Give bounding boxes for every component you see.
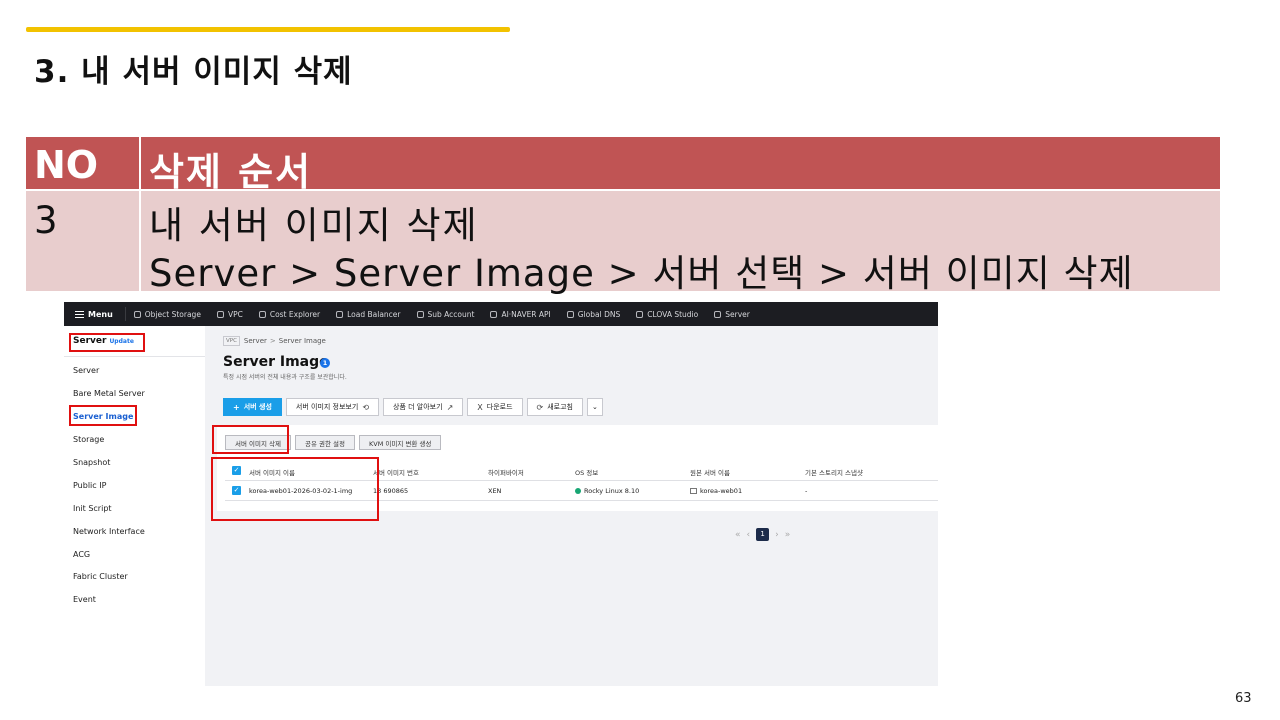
- sidebar-item-init-script[interactable]: Init Script: [73, 504, 112, 513]
- share-permission-button[interactable]: 공유 권한 설정: [295, 435, 356, 450]
- sidebar-item-event[interactable]: Event: [73, 595, 96, 604]
- header-no: NO: [34, 143, 99, 187]
- column-hypervisor[interactable]: 하이퍼바이저: [488, 467, 524, 477]
- prev-page-icon[interactable]: ‹: [747, 530, 751, 540]
- console-screenshot: Menu Object Storage VPC Cost Explorer Lo…: [64, 302, 938, 686]
- studio-icon: [636, 310, 644, 318]
- sidebar-item-bare-metal-server[interactable]: Bare Metal Server: [73, 389, 145, 398]
- sidebar-item-server[interactable]: Server: [73, 366, 99, 375]
- bucket-icon: [133, 310, 141, 318]
- main-toolbar: + 서버 생성 서버 이미지 정보보기 ⟲ 상품 더 알아보기 ↗ X 다운로드 ⟳ 새로…: [223, 398, 607, 416]
- pagination: « ‹ 1 › »: [732, 528, 793, 541]
- plus-icon: +: [233, 402, 240, 412]
- cell-hypervisor: XEN: [488, 487, 502, 495]
- balancer-icon: [336, 310, 344, 318]
- slide-title: 3. 내 서버 이미지 삭제: [34, 54, 353, 90]
- nav-item-server[interactable]: Server: [706, 310, 758, 319]
- image-count-badge: 1: [320, 358, 330, 368]
- breadcrumb-separator: >: [269, 337, 276, 345]
- header-order: 삭제 순서: [149, 150, 313, 194]
- nav-item-vpc[interactable]: VPC: [209, 310, 251, 319]
- create-server-button[interactable]: + 서버 생성: [223, 398, 282, 416]
- column-os-info[interactable]: OS 정보: [575, 467, 598, 477]
- users-icon: [416, 310, 424, 318]
- breadcrumb-server-image: Server Image: [278, 337, 326, 345]
- next-page-icon[interactable]: ›: [775, 530, 779, 540]
- refresh-button[interactable]: ⟳ 새로고침: [526, 398, 583, 416]
- nav-item-object-storage[interactable]: Object Storage: [126, 310, 209, 319]
- highlight-selected-row: [211, 457, 379, 521]
- highlight-server-image-menu: [69, 405, 137, 426]
- cost-icon: [258, 310, 266, 318]
- server-icon: [690, 488, 697, 494]
- highlight-delete-button: [212, 425, 289, 454]
- page-title: Server Image: [223, 354, 329, 370]
- nav-item-load-balancer[interactable]: Load Balancer: [328, 310, 408, 319]
- sidebar-item-snapshot[interactable]: Snapshot: [73, 458, 110, 467]
- excel-icon: X: [477, 402, 483, 412]
- column-image-number[interactable]: 서버 이미지 번호: [373, 467, 419, 477]
- kvm-convert-button[interactable]: KVM 이미지 변환 생성: [359, 435, 442, 450]
- sidebar-item-fabric-cluster[interactable]: Fabric Cluster: [73, 572, 128, 581]
- dns-icon: [566, 310, 574, 318]
- step-table: NO 삭제 순서 3 내 서버 이미지 삭제 Server > Server I…: [26, 137, 1220, 295]
- page-current[interactable]: 1: [756, 528, 770, 541]
- nav-item-global-dns[interactable]: Global DNS: [559, 310, 628, 319]
- sidebar-item-network-interface[interactable]: Network Interface: [73, 527, 145, 536]
- column-divider: [139, 137, 141, 291]
- page-description: 특정 시점 서버의 전체 내용과 구조를 보관합니다.: [223, 374, 347, 381]
- chevron-down-icon: ⌄: [591, 403, 598, 411]
- column-origin-server[interactable]: 원본 서버 이름: [690, 467, 730, 477]
- rocky-linux-icon: [575, 488, 581, 494]
- left-sidebar: Server Update Server Bare Metal Server Se…: [64, 326, 205, 686]
- menu-button[interactable]: Menu: [64, 307, 126, 321]
- title-accent-bar: [26, 27, 510, 32]
- nav-item-sub-account[interactable]: Sub Account: [409, 310, 483, 319]
- breadcrumb-server[interactable]: Server: [244, 337, 267, 345]
- api-icon: [490, 310, 498, 318]
- sidebar-item-public-ip[interactable]: Public IP: [73, 481, 106, 490]
- sidebar-divider: [64, 356, 205, 357]
- sidebar-item-acg[interactable]: ACG: [73, 550, 90, 559]
- cell-origin-server: korea-web01: [690, 487, 742, 495]
- refresh-small-icon: ⟲: [362, 402, 370, 412]
- column-storage-snapshot[interactable]: 기본 스토리지 스냅샷: [805, 467, 863, 477]
- nav-item-cost-explorer[interactable]: Cost Explorer: [251, 310, 328, 319]
- refresh-icon: ⟳: [536, 402, 544, 412]
- download-button[interactable]: X 다운로드: [467, 398, 523, 416]
- top-navigation: Menu Object Storage VPC Cost Explorer Lo…: [64, 302, 938, 326]
- learn-more-button[interactable]: 상품 더 알아보기 ↗: [383, 398, 464, 416]
- hamburger-icon: [75, 310, 84, 318]
- nav-item-clova-studio[interactable]: CLOVA Studio: [628, 310, 706, 319]
- external-link-icon: ↗: [446, 402, 454, 412]
- more-dropdown-button[interactable]: ⌄: [586, 398, 603, 416]
- row-step-title: 내 서버 이미지 삭제: [149, 204, 479, 247]
- last-page-icon[interactable]: »: [785, 530, 791, 540]
- cell-storage-snapshot: -: [805, 487, 808, 495]
- breadcrumb: VPC Server > Server Image: [223, 336, 326, 346]
- sidebar-item-storage[interactable]: Storage: [73, 435, 104, 444]
- first-page-icon[interactable]: «: [735, 530, 741, 540]
- row-number: 3: [34, 199, 58, 242]
- nav-item-ai-naver-api[interactable]: AI·NAVER API: [482, 310, 558, 319]
- highlight-sidebar-title: [69, 333, 145, 352]
- server-icon: [714, 310, 722, 318]
- vpc-badge: VPC: [223, 336, 240, 346]
- menu-label: Menu: [88, 309, 113, 319]
- network-icon: [216, 310, 224, 318]
- page-number: 63: [1235, 691, 1252, 706]
- cell-os-info: Rocky Linux 8.10: [575, 487, 639, 495]
- image-info-button[interactable]: 서버 이미지 정보보기 ⟲: [285, 398, 380, 416]
- row-step-path: Server > Server Image > 서버 선택 > 서버 이미지 삭…: [149, 252, 1134, 295]
